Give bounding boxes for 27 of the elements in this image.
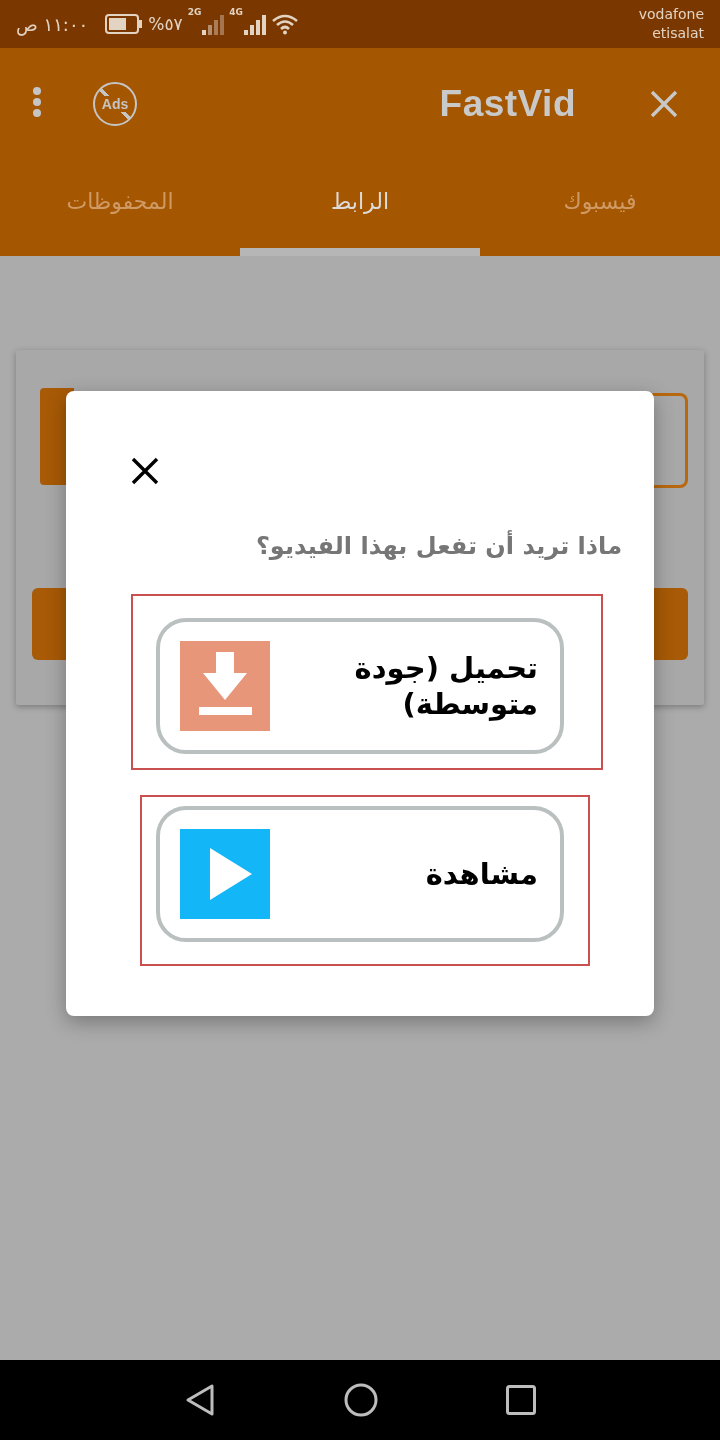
home-icon[interactable] [344,1383,378,1417]
tab[interactable]: فيسبوك [480,160,720,256]
app-title: FastVid [439,83,576,125]
download-icon [180,641,270,731]
clock-time: ١١:٠٠ ص [16,13,89,35]
carrier-name: etisalat [652,24,704,43]
more-options-icon [32,86,42,118]
close-icon [131,457,159,485]
recent-apps-icon[interactable] [506,1385,536,1415]
close-icon [650,90,678,118]
tab[interactable]: المحفوظات [0,160,240,256]
more-options-button[interactable] [32,86,42,118]
download-button[interactable]: تحميل (جودة متوسطة) [156,618,564,754]
wifi-icon [270,13,299,35]
no-ads-button[interactable]: Ads [93,82,137,126]
network-type-label: 2G [187,7,202,17]
battery-icon [105,14,144,34]
network-type-label: 4G [229,7,243,17]
close-button[interactable] [131,457,159,485]
back-icon[interactable] [184,1383,216,1417]
signal-icon [202,13,225,35]
signal-icon [243,13,266,35]
dialog-question: ماذا تريد أن تفعل بهذا الفيديو؟ [255,529,622,562]
carrier-name: vodafone [638,5,704,24]
battery-percent: %٥٧ [148,14,183,34]
play-icon [180,829,270,919]
watch-button[interactable]: مشاهدة [156,806,564,942]
